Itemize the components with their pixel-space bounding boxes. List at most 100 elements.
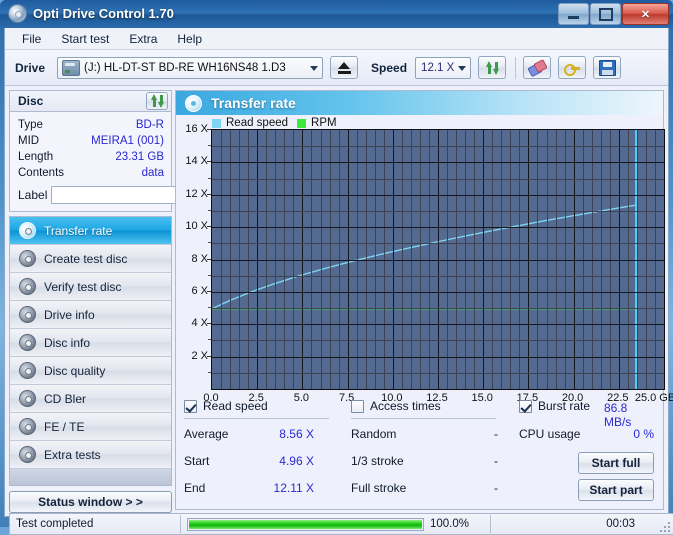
start-part-button[interactable]: Start part — [578, 479, 654, 501]
legend-swatch-read-speed — [212, 119, 221, 128]
disc-refresh-button[interactable] — [146, 92, 168, 110]
menu-item-extra[interactable]: Extra — [120, 29, 166, 49]
menu-bar: File Start test Extra Help — [5, 28, 668, 50]
sidebar-item-cd-bler[interactable]: CD Bler — [10, 385, 171, 413]
grid-line-horizontal — [212, 243, 664, 244]
burst-rate-value: 86.8 MB/s — [604, 401, 655, 429]
disc-mid-value: MEIRA1 (001) — [91, 135, 164, 147]
start-label: Start — [184, 454, 209, 468]
elapsed-time: 00:03 — [600, 518, 635, 530]
sidebar-item-transfer-rate[interactable]: Transfer rate — [10, 217, 171, 245]
sidebar-item-label: Verify test disc — [44, 280, 121, 294]
sidebar-item-label: Transfer rate — [44, 224, 112, 238]
stats-table: Average 8.56 X Random - CPU usage 0 % St… — [184, 427, 655, 508]
chart-plot-area — [211, 129, 665, 390]
window-buttons: ✕ — [558, 3, 669, 25]
disc-length-label: Length — [18, 151, 53, 163]
start-value: 4.96 X — [254, 454, 314, 468]
disc-spin-icon — [19, 446, 36, 463]
access-times-checkbox-group[interactable]: Access times — [351, 399, 441, 413]
minimize-button[interactable] — [558, 3, 589, 25]
sidebar-item-extra-tests[interactable]: Extra tests — [10, 441, 171, 469]
minimize-icon — [568, 16, 579, 19]
progress-bar-fill — [189, 520, 422, 529]
disc-spin-icon — [19, 222, 36, 239]
speed-select[interactable]: 12.1 X — [415, 57, 471, 79]
sidebar-item-verify-test-disc[interactable]: Verify test disc — [10, 273, 171, 301]
chart-y-axis: 2 X4 X6 X8 X10 X12 X14 X16 X — [176, 115, 208, 405]
third-stroke-value: - — [494, 454, 498, 468]
status-message: Test completed — [10, 518, 93, 530]
key-button[interactable] — [558, 56, 586, 79]
disc-contents-value: data — [142, 167, 164, 179]
y-tick-label: 8 X — [191, 253, 208, 265]
disc-info-row-length: Length 23.31 GB — [18, 149, 164, 165]
chart-options-row: Read speed Access times Burst rate 86.8 … — [184, 399, 655, 419]
chevron-down-icon — [310, 66, 318, 71]
sidebar-item-label: Create test disc — [44, 252, 127, 266]
access-times-checkbox[interactable] — [351, 400, 364, 413]
grid-line-horizontal — [212, 308, 664, 309]
menu-item-help[interactable]: Help — [168, 29, 211, 49]
y-tick-label: 12 X — [185, 188, 208, 200]
disc-spin-icon — [19, 390, 36, 407]
disc-panel-header: Disc — [9, 90, 172, 112]
y-tick-label: 4 X — [191, 317, 208, 329]
eraser-icon — [529, 61, 545, 75]
disc-info-row-contents: Contents data — [18, 165, 164, 181]
sidebar-item-fe-te[interactable]: FE / TE — [10, 413, 171, 441]
grid-line-horizontal-major — [212, 357, 664, 358]
drive-select[interactable]: (J:) HL-DT-ST BD-RE WH16NS48 1.D3 — [57, 57, 323, 79]
read-speed-label: Read speed — [203, 399, 268, 413]
read-speed-checkbox-group[interactable]: Read speed — [184, 399, 268, 413]
menu-item-file[interactable]: File — [13, 29, 50, 49]
speed-select-value: 12.1 X — [421, 62, 454, 74]
refresh-arrows-icon — [485, 61, 500, 75]
burst-rate-checkbox-group[interactable]: Burst rate — [519, 399, 590, 413]
sidebar-item-disc-info[interactable]: Disc info — [10, 329, 171, 357]
progress-cell — [181, 514, 424, 534]
start-full-button[interactable]: Start full — [578, 452, 654, 474]
eject-icon — [338, 62, 350, 69]
sidebar-item-disc-quality[interactable]: Disc quality — [10, 357, 171, 385]
resize-grip[interactable] — [658, 520, 670, 532]
sidebar-item-label: Disc info — [44, 336, 90, 350]
title-bar-left: Opti Drive Control 1.70 — [8, 4, 174, 23]
sidebar-item-drive-info[interactable]: Drive info — [10, 301, 171, 329]
full-stroke-label: Full stroke — [351, 481, 406, 495]
disc-type-value: BD-R — [136, 119, 164, 131]
grid-line-horizontal-major — [212, 162, 664, 163]
cpu-usage-value: 0 % — [594, 427, 654, 441]
third-stroke-label: 1/3 stroke — [351, 454, 404, 468]
page-title: Transfer rate — [211, 95, 296, 111]
eject-button[interactable] — [330, 56, 358, 79]
sidebar-item-label: Drive info — [44, 308, 95, 322]
close-icon: ✕ — [641, 8, 650, 21]
close-button[interactable]: ✕ — [622, 3, 669, 25]
end-value: 12.11 X — [254, 481, 314, 495]
disc-mid-label: MID — [18, 135, 39, 147]
refresh-button[interactable] — [478, 56, 506, 79]
disc-contents-label: Contents — [18, 167, 64, 179]
status-message-cell: Test completed — [10, 514, 180, 534]
grid-line-horizontal — [212, 373, 664, 374]
erase-button[interactable] — [523, 56, 551, 79]
y-tick-label: 16 X — [185, 123, 208, 135]
elapsed-cell: 00:03 — [491, 514, 651, 534]
percent-cell: 100.0% — [424, 514, 490, 534]
status-window-button[interactable]: Status window > > — [9, 491, 172, 513]
menu-item-start-test[interactable]: Start test — [52, 29, 118, 49]
grid-line-horizontal — [212, 276, 664, 277]
transfer-rate-chart: Read speed RPM 2 X4 X6 X8 X10 X12 X14 X1… — [176, 115, 663, 405]
maximize-button[interactable] — [590, 3, 621, 25]
y-tick-label: 14 X — [185, 155, 208, 167]
read-speed-checkbox[interactable] — [184, 400, 197, 413]
grid-line-horizontal — [212, 179, 664, 180]
cpu-usage-label: CPU usage — [519, 427, 580, 441]
speed-label: Speed — [371, 61, 407, 75]
save-button[interactable] — [593, 56, 621, 79]
toolbar: Drive (J:) HL-DT-ST BD-RE WH16NS48 1.D3 … — [5, 50, 668, 86]
average-value: 8.56 X — [254, 427, 314, 441]
burst-rate-checkbox[interactable] — [519, 400, 532, 413]
sidebar-item-create-test-disc[interactable]: Create test disc — [10, 245, 171, 273]
